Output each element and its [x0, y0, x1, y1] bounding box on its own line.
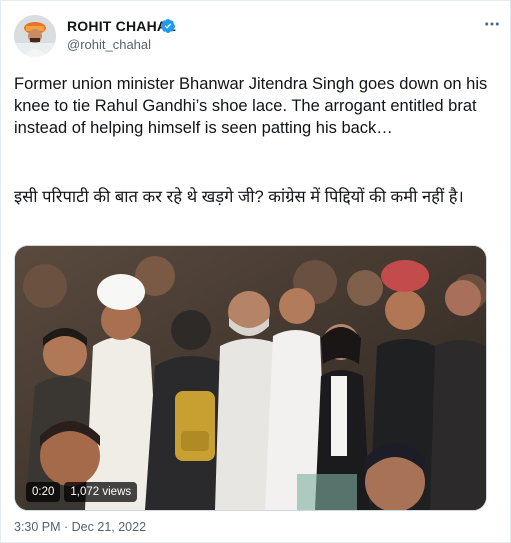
- tweet-timestamp[interactable]: 3:30 PM · Dec 21, 2022: [14, 520, 146, 534]
- video-player[interactable]: 0:20 1,072 views: [14, 245, 487, 511]
- more-horizontal-icon[interactable]: [481, 15, 503, 31]
- verified-badge-icon: [160, 19, 175, 33]
- video-overlay: 0:20 1,072 views: [26, 482, 138, 502]
- video-duration: 0:20: [26, 482, 61, 502]
- author-handle[interactable]: @rohit_chahal: [67, 37, 151, 52]
- video-frame: [15, 246, 486, 510]
- tweet-text-hindi: इसी परिपाटी की बात कर रहे थे खड़गे जी? क…: [14, 188, 464, 206]
- tweet-text-english: Former union minister Bhanwar Jitendra S…: [14, 75, 488, 137]
- video-views: 1,072 views: [64, 482, 138, 502]
- avatar-image: [14, 15, 56, 57]
- tweet-card: ROHIT CHAHAL @rohit_chahal Former union …: [0, 0, 511, 543]
- author-avatar[interactable]: [14, 15, 56, 57]
